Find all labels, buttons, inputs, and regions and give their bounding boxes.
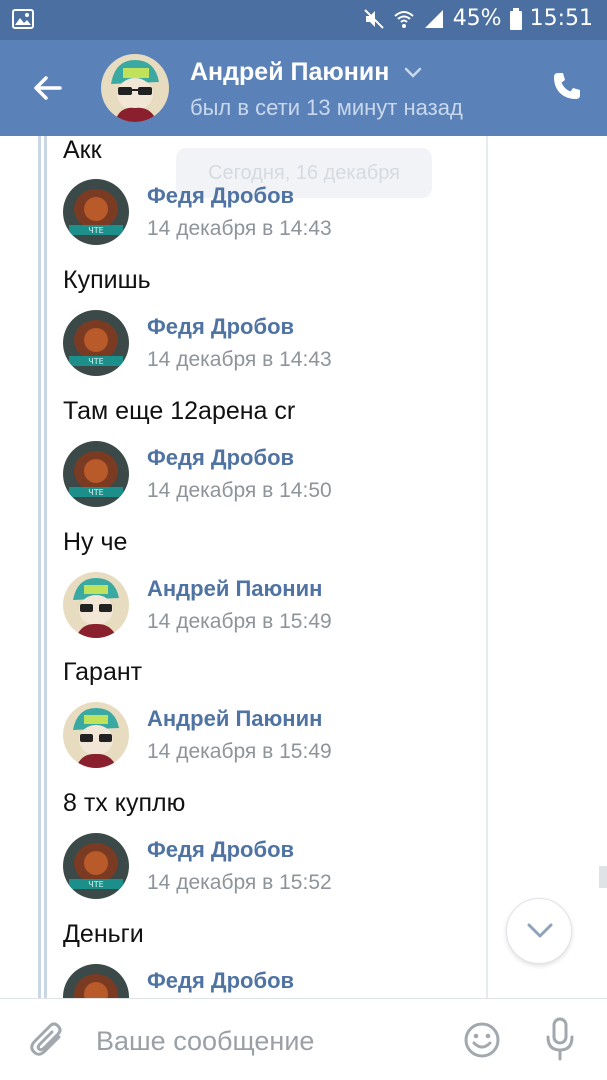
scroll-down-button[interactable] <box>506 898 572 964</box>
forward-indicator <box>38 136 47 998</box>
author-name[interactable]: Федя Дробов <box>147 445 294 471</box>
forwarded-header: Андрей Паюнин 14 декабря в 15:49 <box>63 702 463 772</box>
author-name[interactable]: Федя Дробов <box>147 314 294 340</box>
signal-icon <box>423 8 445 30</box>
message-text: Деньги <box>63 920 144 948</box>
image-icon <box>12 9 34 29</box>
message-text: Гарант <box>63 658 143 686</box>
chevron-down-icon[interactable] <box>404 66 422 80</box>
scroll-indicator[interactable] <box>599 866 607 888</box>
last-seen-status: был в сети 13 минут назад <box>190 95 463 120</box>
message-text: Акк <box>63 136 102 164</box>
avatar[interactable] <box>63 572 129 638</box>
author-name[interactable]: Федя Дробов <box>147 968 294 994</box>
avatar[interactable] <box>63 702 129 768</box>
message-composer <box>0 998 607 1080</box>
message-date: 14 декабря в 15:52 <box>147 871 332 894</box>
author-name[interactable]: Андрей Паюнин <box>147 576 322 602</box>
forwarded-header: ЧТЕ Федя Дробов 14 декабря в 14:43 <box>63 310 463 380</box>
message-date: 14 декабря в 15:49 <box>147 610 332 633</box>
svg-text:ЧТЕ: ЧТЕ <box>88 357 103 366</box>
forwarded-header: Андрей Паюнин 14 декабря в 15:49 <box>63 572 463 642</box>
forwarded-header: ЧТЕ Федя Дробов 14 декабря в 15:52 <box>63 833 463 903</box>
message-input[interactable] <box>96 1019 436 1063</box>
svg-text:ЧТЕ: ЧТЕ <box>88 880 103 889</box>
wifi-icon <box>393 8 415 30</box>
avatar[interactable] <box>101 54 169 122</box>
message-text: Купишь <box>63 266 151 294</box>
back-arrow-icon[interactable] <box>30 70 66 106</box>
message-list[interactable]: Сегодня, 16 декабря Акк ЧТЕ Федя Дробов … <box>0 136 607 998</box>
author-name[interactable]: Федя Дробов <box>147 183 294 209</box>
message-date: 14 декабря в 14:50 <box>147 479 332 502</box>
message-date: 14 декабря в 14:43 <box>147 217 332 240</box>
author-name[interactable]: Федя Дробов <box>147 837 294 863</box>
message-text: 8 тх куплю <box>63 789 186 817</box>
message-text: Там еще 12арена cr <box>63 397 296 425</box>
avatar[interactable]: ЧТЕ <box>63 310 129 376</box>
forwarded-header: ЧТЕ Федя Дробов 14 декабря в 14:43 <box>63 179 463 249</box>
avatar[interactable]: ЧТЕ <box>63 964 129 998</box>
emoji-icon[interactable] <box>463 1021 501 1059</box>
battery-icon <box>509 7 522 30</box>
paperclip-icon[interactable] <box>30 1021 66 1059</box>
message-date: 14 декабря в 15:49 <box>147 740 332 763</box>
clock: 15:51 <box>529 6 593 31</box>
avatar[interactable]: ЧТЕ <box>63 179 129 245</box>
avatar[interactable]: ЧТЕ <box>63 833 129 899</box>
forwarded-header: ЧТЕ Федя Дробов <box>63 964 463 998</box>
mute-icon <box>363 8 385 30</box>
battery-percent: 45% <box>452 6 502 31</box>
message-text: Ну че <box>63 528 128 556</box>
phone-icon[interactable] <box>551 70 583 102</box>
avatar[interactable]: ЧТЕ <box>63 441 129 507</box>
bubble-edge <box>486 136 488 998</box>
svg-text:ЧТЕ: ЧТЕ <box>88 226 103 235</box>
microphone-icon[interactable] <box>545 1017 575 1061</box>
svg-text:ЧТЕ: ЧТЕ <box>88 488 103 497</box>
contact-name[interactable]: Андрей Паюнин <box>190 58 389 87</box>
forwarded-header: ЧТЕ Федя Дробов 14 декабря в 14:50 <box>63 441 463 511</box>
status-bar: 45% 15:51 <box>0 0 607 40</box>
author-name[interactable]: Андрей Паюнин <box>147 706 322 732</box>
message-date: 14 декабря в 14:43 <box>147 348 332 371</box>
chat-header: Андрей Паюнин был в сети 13 минут назад <box>0 40 607 136</box>
